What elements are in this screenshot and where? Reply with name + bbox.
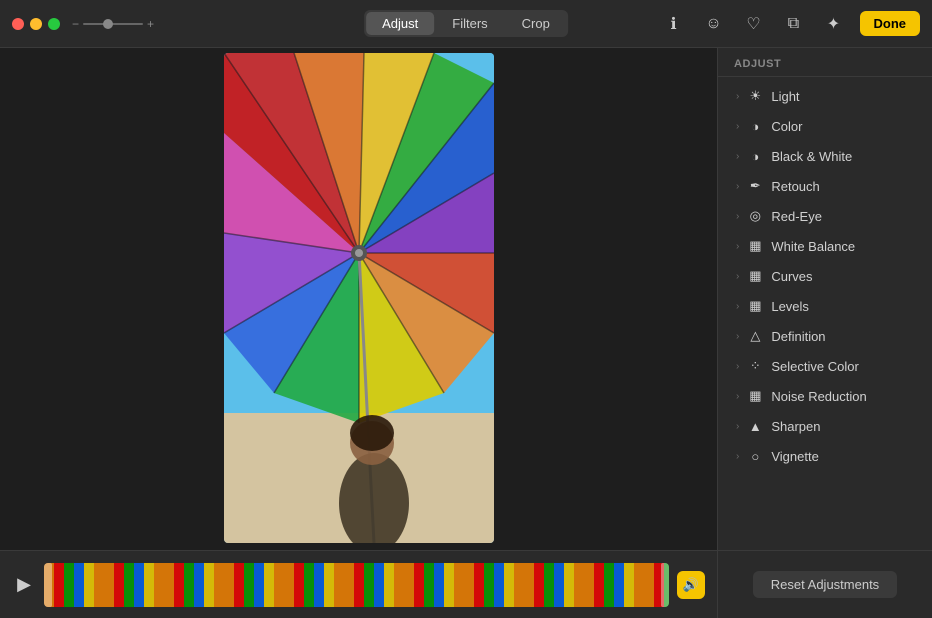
filmstrip-left-handle[interactable] xyxy=(44,563,52,607)
magic-button[interactable]: ✦ xyxy=(820,10,848,38)
sidebar-item-sharpen[interactable]: › ▲ Sharpen xyxy=(722,411,928,441)
definition-icon: △ xyxy=(747,328,763,344)
umbrella-svg xyxy=(224,53,494,543)
tab-group: Adjust Filters Crop xyxy=(364,10,568,37)
sidebar-item-light[interactable]: › ☀ Light xyxy=(722,81,928,111)
white-balance-label: White Balance xyxy=(771,239,855,254)
definition-label: Definition xyxy=(771,329,825,344)
chevron-icon: › xyxy=(736,391,739,402)
white-balance-icon: ▦ xyxy=(747,238,763,254)
chevron-icon: › xyxy=(736,421,739,432)
sharpen-label: Sharpen xyxy=(771,419,820,434)
photo-image xyxy=(224,53,494,543)
tab-filters[interactable]: Filters xyxy=(436,12,503,35)
photo-frame xyxy=(224,53,494,543)
sidebar-item-selective-color[interactable]: › ⁘ Selective Color xyxy=(722,351,928,381)
black-white-label: Black & White xyxy=(771,149,852,164)
traffic-lights xyxy=(0,18,60,30)
chevron-icon: › xyxy=(736,331,739,342)
heart-icon: ♡ xyxy=(746,14,760,34)
sidebar-item-curves[interactable]: › ▦ Curves xyxy=(722,261,928,291)
filmstrip-bar: ▶ 🔊 xyxy=(0,550,717,618)
chevron-icon: › xyxy=(736,361,739,372)
play-icon: ▶ xyxy=(17,574,31,595)
chevron-icon: › xyxy=(736,91,739,102)
light-label: Light xyxy=(771,89,799,104)
vignette-label: Vignette xyxy=(771,449,818,464)
tab-adjust[interactable]: Adjust xyxy=(366,12,434,35)
filmstrip-frames xyxy=(44,563,669,607)
photo-area xyxy=(0,48,717,618)
magic-icon: ✦ xyxy=(827,14,840,34)
sidebar-item-white-balance[interactable]: › ▦ White Balance xyxy=(722,231,928,261)
chevron-icon: › xyxy=(736,241,739,252)
minimize-button[interactable] xyxy=(30,18,42,30)
duplicate-button[interactable]: ⧉ xyxy=(780,10,808,38)
sidebar-item-red-eye[interactable]: › ◎ Red-Eye xyxy=(722,201,928,231)
selective-color-label: Selective Color xyxy=(771,359,858,374)
emoji-button[interactable]: ☺ xyxy=(700,10,728,38)
chevron-icon: › xyxy=(736,181,739,192)
heart-button[interactable]: ♡ xyxy=(740,10,768,38)
levels-label: Levels xyxy=(771,299,809,314)
sharpen-icon: ▲ xyxy=(747,418,763,434)
curves-label: Curves xyxy=(771,269,812,284)
chevron-icon: › xyxy=(736,151,739,162)
volume-button[interactable]: 🔊 xyxy=(677,571,705,599)
red-eye-icon: ◎ xyxy=(747,208,763,224)
filmstrip xyxy=(44,563,669,607)
zoom-slider[interactable]: − + xyxy=(72,17,154,31)
sidebar-item-vignette[interactable]: › ○ Vignette xyxy=(722,441,928,471)
sidebar-item-noise-reduction[interactable]: › ▦ Noise Reduction xyxy=(722,381,928,411)
sidebar-item-retouch[interactable]: › ✒ Retouch xyxy=(722,171,928,201)
light-icon: ☀ xyxy=(747,88,763,104)
toolbar-right: ℹ ☺ ♡ ⧉ ✦ Done xyxy=(660,10,921,38)
close-button[interactable] xyxy=(12,18,24,30)
filmstrip-right-handle[interactable] xyxy=(661,563,669,607)
color-icon: ◑ xyxy=(747,118,763,134)
chevron-icon: › xyxy=(736,301,739,312)
selective-color-icon: ⁘ xyxy=(747,358,763,374)
reset-adjustments-button[interactable]: Reset Adjustments xyxy=(753,571,897,598)
play-button[interactable]: ▶ xyxy=(12,573,36,597)
chevron-icon: › xyxy=(736,121,739,132)
black-white-icon: ◑ xyxy=(747,148,763,164)
curves-icon: ▦ xyxy=(747,268,763,284)
zoom-minus-icon[interactable]: − xyxy=(72,17,79,31)
slider-thumb[interactable] xyxy=(103,19,113,29)
color-label: Color xyxy=(771,119,802,134)
titlebar: − + Adjust Filters Crop ℹ ☺ ♡ ⧉ ✦ Done xyxy=(0,0,932,48)
volume-icon: 🔊 xyxy=(683,577,699,593)
adjust-list: › ☀ Light › ◑ Color › ◑ Black & White › … xyxy=(718,77,932,550)
main-content: ADJUST › ☀ Light › ◑ Color › ◑ Black & W… xyxy=(0,48,932,618)
sidebar: ADJUST › ☀ Light › ◑ Color › ◑ Black & W… xyxy=(717,48,932,618)
sidebar-item-definition[interactable]: › △ Definition xyxy=(722,321,928,351)
slider-track[interactable] xyxy=(83,23,143,25)
chevron-icon: › xyxy=(736,271,739,282)
done-button[interactable]: Done xyxy=(860,11,921,36)
levels-icon: ▦ xyxy=(747,298,763,314)
sidebar-item-black-white[interactable]: › ◑ Black & White xyxy=(722,141,928,171)
info-button[interactable]: ℹ xyxy=(660,10,688,38)
sidebar-item-levels[interactable]: › ▦ Levels xyxy=(722,291,928,321)
chevron-icon: › xyxy=(736,211,739,222)
noise-reduction-icon: ▦ xyxy=(747,388,763,404)
chevron-icon: › xyxy=(736,451,739,462)
tab-crop[interactable]: Crop xyxy=(506,12,566,35)
sidebar-item-color[interactable]: › ◑ Color xyxy=(722,111,928,141)
noise-reduction-label: Noise Reduction xyxy=(771,389,866,404)
retouch-label: Retouch xyxy=(771,179,819,194)
reset-bar: Reset Adjustments xyxy=(718,550,932,618)
info-icon: ℹ xyxy=(670,14,676,34)
sidebar-title: ADJUST xyxy=(718,48,932,77)
zoom-plus-icon[interactable]: + xyxy=(147,17,154,31)
red-eye-label: Red-Eye xyxy=(771,209,822,224)
maximize-button[interactable] xyxy=(48,18,60,30)
emoji-icon: ☺ xyxy=(705,15,721,33)
vignette-icon: ○ xyxy=(747,448,763,464)
duplicate-icon: ⧉ xyxy=(788,15,799,33)
retouch-icon: ✒ xyxy=(747,178,763,194)
